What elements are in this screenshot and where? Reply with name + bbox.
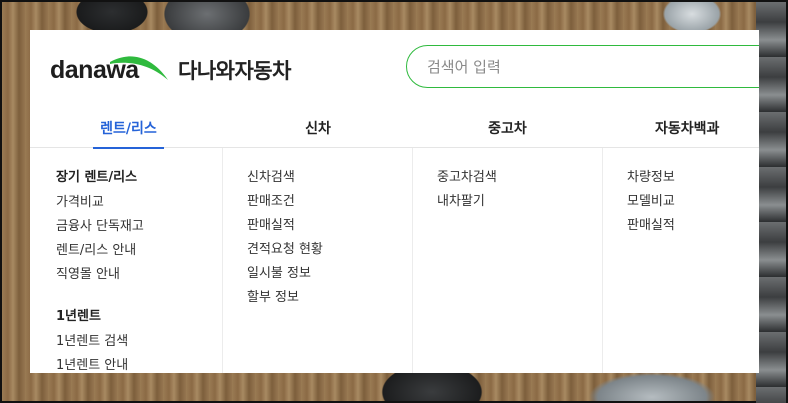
- menu-item-lump-sum-info[interactable]: 일시불 정보: [247, 262, 311, 281]
- tab-used-car[interactable]: 중고차: [470, 118, 545, 148]
- menu-item-direct-mall-guide[interactable]: 직영몰 안내: [56, 263, 120, 282]
- menu-item-exclusive-stock[interactable]: 금융사 단독재고: [56, 215, 144, 234]
- menu-item-quote-status[interactable]: 견적요청 현황: [247, 238, 323, 257]
- menu-item-encyclopedia-sales[interactable]: 판매실적: [627, 214, 675, 233]
- tab-new-car[interactable]: 신차: [288, 118, 348, 148]
- tab-rent-lease[interactable]: 렌트/리스: [93, 118, 164, 149]
- menu-columns: 장기 렌트/리스 가격비교 금융사 단독재고 렌트/리스 안내 직영몰 안내 1…: [30, 148, 759, 373]
- menu-item-new-car-search[interactable]: 신차검색: [247, 166, 295, 185]
- menu-item-rent-guide[interactable]: 렌트/리스 안내: [56, 239, 136, 258]
- menu-item-sales-terms[interactable]: 판매조건: [247, 190, 295, 209]
- menu-item-model-compare[interactable]: 모델비교: [627, 190, 675, 209]
- danawa-logo[interactable]: danawa: [48, 52, 168, 88]
- group-title-long-term-rent: 장기 렌트/리스: [56, 170, 138, 185]
- search-box[interactable]: [406, 45, 759, 88]
- menu-column-encyclopedia: 차량정보 모델비교 판매실적: [603, 148, 759, 373]
- search-input[interactable]: [427, 55, 727, 79]
- menu-item-price-compare[interactable]: 가격비교: [56, 191, 104, 210]
- logo-text: danawa: [50, 56, 139, 84]
- menu-item-one-year-guide[interactable]: 1년렌트 안내: [56, 354, 128, 373]
- menu-item-sell-my-car[interactable]: 내차팔기: [437, 190, 485, 209]
- nav-dropdown-panel: danawa 다나와자동차 렌트/리스 신차 중고차 자동차백과 장기 렌트/리…: [30, 30, 759, 373]
- menu-column-rent: 장기 렌트/리스 가격비교 금융사 단독재고 렌트/리스 안내 직영몰 안내 1…: [30, 148, 223, 373]
- menu-item-installment-info[interactable]: 할부 정보: [247, 286, 299, 305]
- header: danawa 다나와자동차: [30, 30, 759, 110]
- menu-column-new-car: 신차검색 판매조건 판매실적 견적요청 현황 일시불 정보 할부 정보: [223, 148, 413, 373]
- menu-item-used-car-search[interactable]: 중고차검색: [437, 166, 497, 185]
- tab-car-encyclopedia[interactable]: 자동차백과: [655, 118, 759, 148]
- background-strip: [756, 2, 786, 403]
- menu-column-used-car: 중고차검색 내차팔기: [413, 148, 603, 373]
- brand-name[interactable]: 다나와자동차: [178, 55, 291, 85]
- group-title-one-year-rent: 1년렌트: [56, 309, 101, 324]
- menu-item-one-year-search[interactable]: 1년렌트 검색: [56, 330, 128, 349]
- main-tabs: 렌트/리스 신차 중고차 자동차백과: [30, 110, 759, 149]
- menu-item-vehicle-info[interactable]: 차량정보: [627, 166, 675, 185]
- menu-item-sales-results[interactable]: 판매실적: [247, 214, 295, 233]
